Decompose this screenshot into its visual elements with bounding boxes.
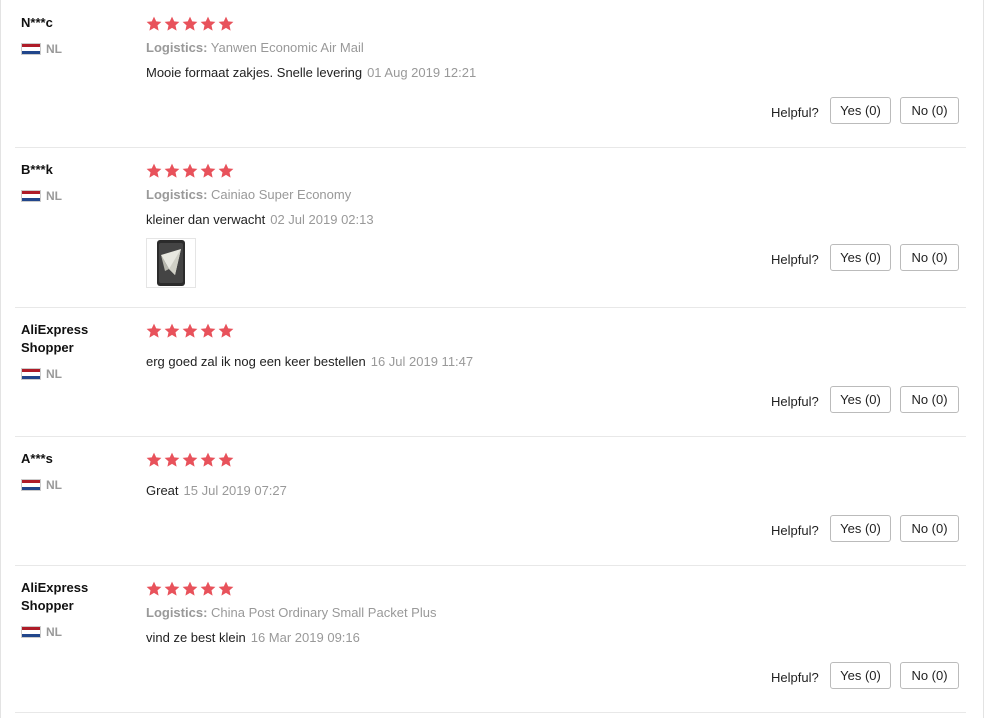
star-icon (146, 163, 162, 179)
country-code: NL (46, 367, 62, 381)
review-text: kleiner dan verwacht 02 Jul 2019 02:13 (146, 212, 374, 228)
review-text: Mooie formaat zakjes. Snelle levering 01 … (146, 65, 476, 81)
star-icon (200, 323, 216, 339)
review-body: Great (146, 483, 179, 498)
helpful-label: Helpful? (771, 523, 819, 538)
reviewer-name: AliExpress Shopper (21, 580, 89, 613)
logistics-value: Yanwen Economic Air Mail (210, 40, 364, 55)
star-icon (182, 16, 198, 32)
helpful-no-button[interactable]: No (0) (900, 244, 959, 271)
logistics-info: Logistics: Yanwen Economic Air Mail (146, 40, 364, 56)
reviewer-name: A***s (21, 451, 53, 466)
helpful-no-button[interactable]: No (0) (900, 97, 959, 124)
review-photo-icon (157, 240, 185, 286)
star-rating (146, 16, 236, 32)
helpful-no-button[interactable]: No (0) (900, 662, 959, 689)
review-divider (15, 307, 966, 308)
star-icon (200, 452, 216, 468)
review-date: 01 Aug 2019 12:21 (367, 65, 477, 80)
review-body: erg goed zal ik nog een keer bestellen (146, 354, 366, 369)
review-text: vind ze best klein 16 Mar 2019 09:16 (146, 630, 360, 646)
netherlands-flag-icon (21, 368, 41, 380)
star-icon (146, 581, 162, 597)
star-icon (182, 163, 198, 179)
star-icon (200, 581, 216, 597)
star-icon (164, 452, 180, 468)
helpful-label: Helpful? (771, 252, 819, 267)
star-icon (146, 452, 162, 468)
star-icon (218, 16, 234, 32)
country-code: NL (46, 625, 62, 639)
netherlands-flag-icon (21, 479, 41, 491)
star-icon (164, 16, 180, 32)
helpful-label: Helpful? (771, 105, 819, 120)
star-icon (164, 323, 180, 339)
star-icon (218, 163, 234, 179)
netherlands-flag-icon (21, 190, 41, 202)
star-icon (218, 581, 234, 597)
helpful-label: Helpful? (771, 394, 819, 409)
review-date: 16 Mar 2019 09:16 (250, 630, 360, 645)
reviewer-name: AliExpress Shopper (21, 322, 89, 355)
country-code: NL (46, 478, 62, 492)
star-rating (146, 323, 236, 339)
review-date: 15 Jul 2019 07:27 (183, 483, 287, 498)
logistics-info: Logistics: Cainiao Super Economy (146, 187, 351, 203)
review-text: Great 15 Jul 2019 07:27 (146, 483, 287, 499)
star-rating (146, 581, 236, 597)
reviewer-name: B***k (21, 162, 53, 177)
review-date: 16 Jul 2019 11:47 (370, 354, 474, 369)
country-code: NL (46, 189, 62, 203)
star-icon (164, 163, 180, 179)
review-date: 02 Jul 2019 02:13 (270, 212, 374, 227)
netherlands-flag-icon (21, 626, 41, 638)
logistics-label: Logistics: (146, 605, 208, 620)
helpful-no-button[interactable]: No (0) (900, 386, 959, 413)
review-text: erg goed zal ik nog een keer bestellen 16… (146, 354, 473, 370)
reviewer-name: N***c (21, 15, 53, 30)
star-icon (164, 581, 180, 597)
star-icon (200, 163, 216, 179)
star-rating (146, 163, 236, 179)
star-icon (218, 452, 234, 468)
helpful-yes-button[interactable]: Yes (0) (830, 244, 891, 271)
star-rating (146, 452, 236, 468)
helpful-no-button[interactable]: No (0) (900, 515, 959, 542)
helpful-yes-button[interactable]: Yes (0) (830, 386, 891, 413)
left-border (0, 0, 1, 718)
logistics-label: Logistics: (146, 40, 208, 55)
star-icon (182, 323, 198, 339)
helpful-yes-button[interactable]: Yes (0) (830, 97, 891, 124)
review-body: kleiner dan verwacht (146, 212, 266, 227)
star-icon (182, 452, 198, 468)
review-divider (15, 436, 966, 437)
netherlands-flag-icon (21, 43, 41, 55)
star-icon (146, 16, 162, 32)
helpful-yes-button[interactable]: Yes (0) (830, 662, 891, 689)
logistics-label: Logistics: (146, 187, 208, 202)
logistics-info: Logistics: China Post Ordinary Small Pac… (146, 605, 436, 621)
star-icon (200, 16, 216, 32)
review-body: vind ze best klein (146, 630, 246, 645)
review-divider (15, 565, 966, 566)
star-icon (218, 323, 234, 339)
helpful-label: Helpful? (771, 670, 819, 685)
logistics-value: Cainiao Super Economy (211, 187, 352, 202)
review-divider (15, 712, 966, 713)
helpful-yes-button[interactable]: Yes (0) (830, 515, 891, 542)
star-icon (146, 323, 162, 339)
logistics-value: China Post Ordinary Small Packet Plus (211, 605, 437, 620)
country-code: NL (46, 42, 62, 56)
review-body: Mooie formaat zakjes. Snelle levering (146, 65, 363, 80)
review-photo-thumbnail[interactable] (146, 238, 196, 288)
review-divider (15, 147, 966, 148)
star-icon (182, 581, 198, 597)
